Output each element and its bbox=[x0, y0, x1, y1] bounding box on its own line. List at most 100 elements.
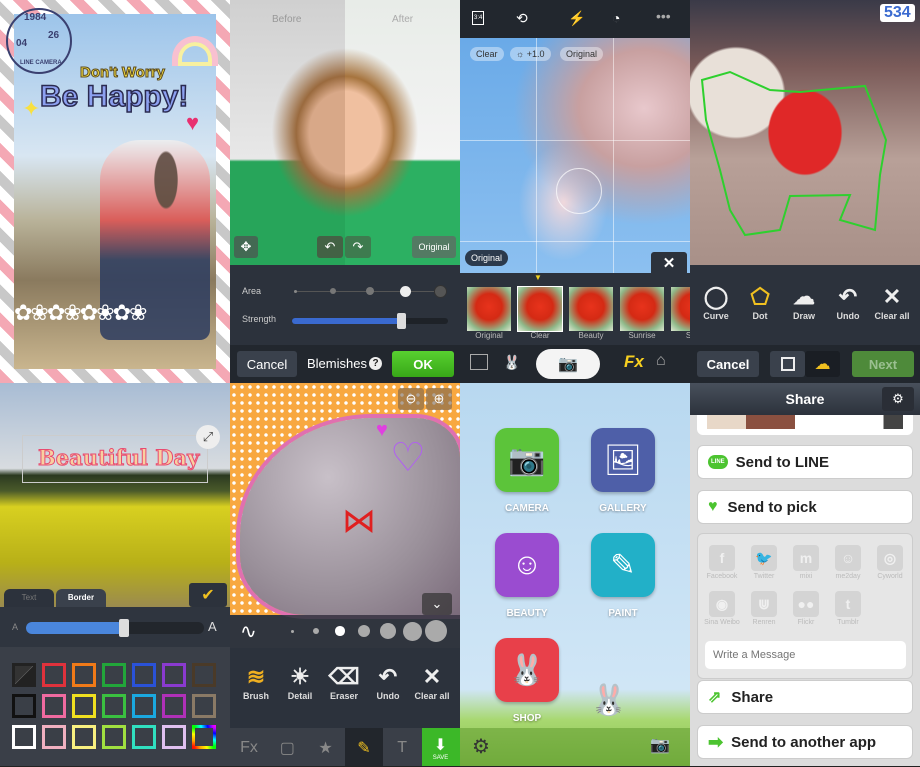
color-swatch[interactable] bbox=[162, 725, 186, 749]
chip-exposure[interactable]: ☼ +1.0 bbox=[510, 47, 551, 61]
color-swatch[interactable] bbox=[72, 663, 96, 687]
resize-handle[interactable]: ⤢ bbox=[196, 425, 220, 449]
color-swatch[interactable] bbox=[12, 694, 36, 718]
home-icon[interactable]: ⌂ bbox=[656, 352, 666, 370]
cancel-button[interactable]: Cancel bbox=[237, 351, 297, 377]
cyworld-button[interactable]: ◎ bbox=[877, 545, 903, 571]
mixi-button[interactable]: m bbox=[793, 545, 819, 571]
tool-dot[interactable]: ⬠ Dot bbox=[738, 283, 782, 321]
app-beauty-button[interactable]: ☺ bbox=[495, 533, 559, 597]
settings-button[interactable]: ⚙ bbox=[882, 387, 914, 411]
color-swatch[interactable] bbox=[42, 663, 66, 687]
message-input[interactable] bbox=[705, 641, 906, 669]
color-swatch[interactable] bbox=[12, 663, 36, 687]
brush-size-option[interactable] bbox=[335, 626, 345, 636]
original-badge[interactable]: Original bbox=[465, 250, 509, 266]
stroke-type-icon[interactable]: ∿ bbox=[240, 619, 257, 644]
strength-slider[interactable] bbox=[292, 313, 448, 329]
tab-star[interactable]: ★ bbox=[307, 728, 345, 766]
color-swatch[interactable] bbox=[132, 694, 156, 718]
close-filter-button[interactable]: ✕ bbox=[651, 252, 687, 274]
tumblr-button[interactable]: t bbox=[835, 591, 861, 617]
settings-icon[interactable]: ⚙ bbox=[472, 734, 490, 759]
gallery-icon[interactable] bbox=[470, 354, 488, 370]
filter-thumb[interactable] bbox=[467, 287, 511, 331]
send-to-pick-button[interactable]: ♥ Send to pick bbox=[697, 490, 913, 524]
filter-thumb[interactable] bbox=[671, 287, 690, 331]
strength-handle[interactable] bbox=[397, 313, 407, 329]
filter-thumb[interactable] bbox=[517, 286, 563, 332]
sticker-icon[interactable]: 🐰 bbox=[503, 354, 520, 371]
help-icon[interactable]: ? bbox=[369, 357, 382, 370]
twitter-button[interactable]: 🐦 bbox=[751, 545, 777, 571]
tab-frame[interactable]: ▢ bbox=[268, 728, 306, 766]
color-swatch[interactable] bbox=[42, 694, 66, 718]
tool-eraser[interactable]: ⌫ Eraser bbox=[322, 663, 366, 701]
color-swatch[interactable] bbox=[192, 663, 216, 687]
color-swatch[interactable] bbox=[12, 725, 36, 749]
tool-undo[interactable]: ↶ Undo bbox=[366, 663, 410, 701]
more-icon[interactable]: ••• bbox=[656, 8, 671, 24]
zoom-in-button[interactable]: ⊕ bbox=[426, 388, 452, 410]
facebook-button[interactable]: f bbox=[709, 545, 735, 571]
send-to-another-app-button[interactable]: ➡ Send to another app bbox=[697, 725, 913, 759]
brush-size-option[interactable] bbox=[402, 621, 422, 641]
tab-text[interactable]: T bbox=[383, 728, 421, 766]
renren-button[interactable]: ⋓ bbox=[751, 591, 777, 617]
chip-clear[interactable]: Clear bbox=[470, 47, 504, 61]
original-button[interactable]: Original bbox=[412, 236, 456, 258]
area-selector[interactable] bbox=[294, 285, 447, 298]
color-swatch[interactable] bbox=[192, 725, 216, 749]
collapse-button[interactable]: ⌄ bbox=[422, 593, 452, 615]
aspect-ratio-icon[interactable]: 3:4 bbox=[472, 11, 485, 25]
tool-detail[interactable]: ☀ Detail bbox=[278, 663, 322, 701]
app-shop-button[interactable]: 🐰 bbox=[495, 638, 559, 702]
switch-camera-icon[interactable]: ⟲ bbox=[516, 10, 528, 27]
chip-original[interactable]: Original bbox=[560, 47, 604, 61]
brush-size-option[interactable] bbox=[380, 623, 396, 639]
brush-size-option[interactable] bbox=[424, 619, 448, 643]
color-swatch[interactable] bbox=[42, 725, 66, 749]
border-width-handle[interactable] bbox=[118, 619, 129, 637]
color-swatch[interactable] bbox=[132, 663, 156, 687]
selection-outline[interactable] bbox=[690, 0, 920, 265]
app-gallery-button[interactable]: 🖼 bbox=[591, 428, 655, 492]
cancel-button[interactable]: Cancel bbox=[697, 351, 759, 377]
tab-brush[interactable]: ✎ bbox=[344, 728, 383, 766]
ok-button[interactable]: OK bbox=[392, 351, 454, 377]
tool-undo[interactable]: ↶ Undo bbox=[826, 283, 870, 321]
flickr-button[interactable]: ●● bbox=[793, 591, 819, 617]
color-swatch[interactable] bbox=[72, 725, 96, 749]
filter-thumb[interactable] bbox=[620, 287, 664, 331]
tool-clear-all[interactable]: ✕ Clear all bbox=[870, 283, 914, 321]
timer-icon[interactable]: ◔ bbox=[612, 10, 620, 26]
me2day-button[interactable]: ☺ bbox=[835, 545, 861, 571]
filter-thumb[interactable] bbox=[569, 287, 613, 331]
camera-shortcut-icon[interactable]: 📷 bbox=[650, 735, 670, 755]
tab-text[interactable]: Text bbox=[4, 589, 54, 607]
color-swatch[interactable] bbox=[102, 694, 126, 718]
tab-save[interactable]: ⬇ SAVE bbox=[421, 728, 460, 766]
share-button[interactable]: ⇗ Share bbox=[697, 680, 913, 714]
rect-mode-button[interactable] bbox=[770, 351, 805, 377]
sina-weibo-button[interactable]: ◉ bbox=[709, 591, 735, 617]
fx-icon[interactable]: Fx bbox=[624, 352, 644, 372]
send-to-line-button[interactable]: LINE Send to LINE bbox=[697, 445, 913, 479]
freeform-mode-button[interactable]: ☁ bbox=[805, 351, 840, 377]
color-swatch[interactable] bbox=[102, 663, 126, 687]
flash-auto-icon[interactable]: ⚡ bbox=[568, 10, 585, 27]
redo-button[interactable]: ↷ bbox=[345, 236, 371, 258]
app-camera-button[interactable]: 📷 bbox=[495, 428, 559, 492]
color-swatch[interactable] bbox=[102, 725, 126, 749]
color-swatch[interactable] bbox=[162, 694, 186, 718]
color-swatch[interactable] bbox=[132, 725, 156, 749]
brush-size-option[interactable] bbox=[290, 629, 294, 633]
zoom-out-button[interactable]: ⊖ bbox=[398, 388, 424, 410]
tab-border[interactable]: Border bbox=[56, 589, 106, 607]
next-button[interactable]: Next bbox=[852, 351, 914, 377]
shutter-button[interactable]: 📷 bbox=[536, 349, 600, 379]
tool-brush[interactable]: ≋ Brush bbox=[234, 663, 278, 701]
color-swatch[interactable] bbox=[192, 694, 216, 718]
tool-draw[interactable]: ☁ Draw bbox=[782, 283, 826, 321]
tool-clear-all[interactable]: ✕ Clear all bbox=[410, 663, 454, 701]
